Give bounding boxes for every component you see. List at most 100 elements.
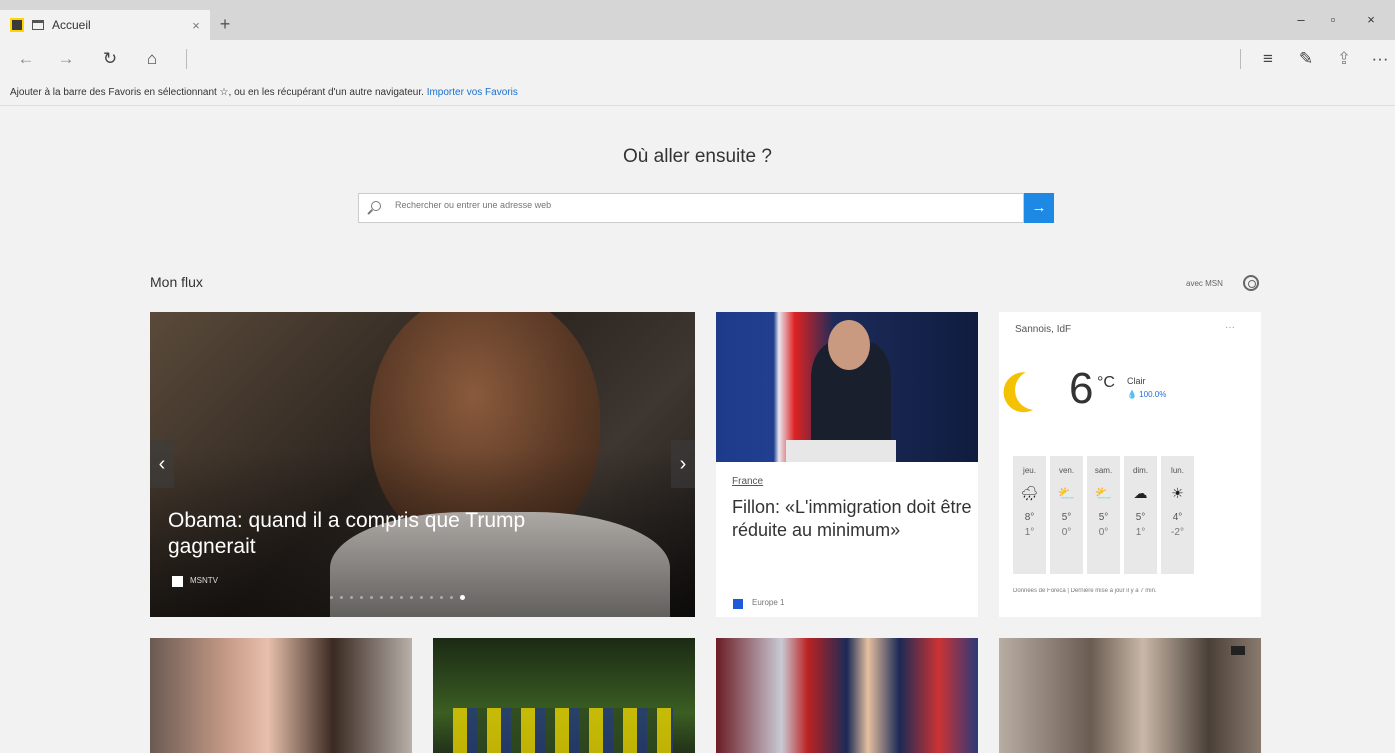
carousel-dot[interactable]	[400, 596, 403, 599]
msn-source-icon	[172, 576, 183, 587]
article-image	[716, 312, 978, 462]
hero-image-shade	[150, 312, 695, 617]
forecast-day[interactable]: jeu. 🌧 8° 1°	[1013, 456, 1046, 574]
hero-headline[interactable]: Obama: quand il a compris que Trump gagn…	[168, 508, 598, 560]
new-tab-button[interactable]: +	[214, 14, 236, 35]
carousel-dot[interactable]	[340, 596, 343, 599]
carousel-dot[interactable]	[430, 596, 433, 599]
refresh-button[interactable]: ↻	[98, 48, 122, 70]
weather-humidity: 💧 100.0%	[1127, 390, 1167, 399]
forecast-high: 4°	[1172, 512, 1183, 523]
carousel-dot[interactable]	[330, 596, 333, 599]
forecast-day[interactable]: lun. ☀ 4° -2°	[1161, 456, 1194, 574]
carousel-dot[interactable]	[460, 595, 465, 600]
navigation-bar: ← → ↻ ⌂ ≡ ✎ ⇪ ···	[0, 40, 1395, 78]
weather-more-button[interactable]: ···	[1225, 322, 1235, 333]
forecast-day[interactable]: dim. ☁ 5° 1°	[1124, 456, 1157, 574]
forecast-day-name: ven.	[1058, 466, 1075, 475]
home-button[interactable]: ⌂	[140, 48, 164, 70]
carousel-dots	[330, 595, 472, 602]
separator	[186, 49, 187, 69]
separator	[1240, 49, 1241, 69]
news-card-image[interactable]	[150, 638, 412, 753]
import-favorites-link[interactable]: Importer vos Favoris	[427, 87, 518, 98]
hub-button[interactable]: ≡	[1256, 48, 1280, 70]
forecast-high: 5°	[1098, 512, 1109, 523]
moon-icon	[1009, 364, 1060, 415]
close-window-button[interactable]: ×	[1356, 12, 1386, 27]
article-card-fillon[interactable]: France Fillon: «L'immigration doit être …	[716, 312, 978, 617]
video-badge-icon	[1231, 646, 1245, 655]
news-card-image-players	[453, 708, 673, 753]
forecast-high: 8°	[1024, 512, 1035, 523]
search-box[interactable]	[358, 193, 1024, 223]
forecast-high: 5°	[1135, 512, 1146, 523]
app-icon	[10, 18, 24, 32]
start-heading: Où aller ensuite ?	[623, 146, 772, 167]
hero-carousel-card[interactable]: ‹ › Obama: quand il a compris que Trump …	[150, 312, 695, 617]
forward-button[interactable]: →	[54, 48, 78, 70]
forecast-day[interactable]: ven. ⛅ 5° 0°	[1050, 456, 1083, 574]
forecast-day[interactable]: sam. ⛅ 5° 0°	[1087, 456, 1120, 574]
forecast-day-name: sam.	[1094, 466, 1113, 475]
forecast-day-name: jeu.	[1023, 466, 1036, 475]
back-button[interactable]: ←	[14, 48, 38, 70]
weather-temperature: 6	[1069, 364, 1094, 413]
carousel-next-button[interactable]: ›	[671, 440, 695, 488]
search-input[interactable]	[395, 200, 995, 210]
carousel-dot[interactable]	[370, 596, 373, 599]
web-note-button[interactable]: ✎	[1294, 48, 1318, 70]
article-category-link[interactable]: France	[732, 476, 763, 487]
sun-icon: ☀	[1171, 485, 1184, 501]
weather-location[interactable]: Sannois, IdF	[1015, 324, 1071, 335]
msn-provider-label: avec MSN	[1186, 279, 1223, 288]
close-tab-icon[interactable]: ×	[186, 18, 206, 33]
hero-source: MSNTV	[190, 576, 218, 585]
maximize-button[interactable]: ▫	[1318, 12, 1348, 27]
carousel-dot[interactable]	[450, 596, 453, 599]
cloud-icon: ☁	[1133, 485, 1148, 501]
forecast-high: 5°	[1061, 512, 1072, 523]
tab-title: Accueil	[52, 18, 91, 32]
video-card-image[interactable]	[999, 638, 1261, 753]
carousel-dot[interactable]	[390, 596, 393, 599]
carousel-dot[interactable]	[420, 596, 423, 599]
weather-unit: °C	[1097, 374, 1115, 391]
carousel-dot[interactable]	[380, 596, 383, 599]
weather-card[interactable]: Sannois, IdF ··· 6 °C Clair 💧 100.0% jeu…	[999, 312, 1261, 617]
forecast-low: 1°	[1135, 527, 1146, 538]
search-icon	[371, 201, 381, 211]
forecast-low: 0°	[1098, 527, 1109, 538]
carousel-dot[interactable]	[350, 596, 353, 599]
europe1-logo-icon	[733, 599, 743, 609]
gear-icon[interactable]	[1243, 275, 1259, 291]
rain-icon: 🌧	[1020, 485, 1039, 501]
news-card-image[interactable]	[716, 638, 978, 753]
feed-title: Mon flux	[150, 274, 203, 290]
article-headline[interactable]: Fillon: «L'immigration doit être réduite…	[732, 496, 972, 542]
favorites-hint-bar: Ajouter à la barre des Favoris en sélect…	[0, 82, 1395, 106]
carousel-dot[interactable]	[410, 596, 413, 599]
weather-footer[interactable]: Données de Foreca | Dernière mise à jour…	[1013, 588, 1253, 594]
favorites-hint-text: Ajouter à la barre des Favoris en sélect…	[10, 87, 424, 98]
tab-accueil[interactable]: Accueil ×	[0, 10, 210, 40]
share-button[interactable]: ⇪	[1332, 48, 1356, 70]
carousel-prev-button[interactable]: ‹	[150, 440, 174, 488]
carousel-dot[interactable]	[440, 596, 443, 599]
partly-cloudy-icon: ⛅	[1094, 485, 1113, 501]
weather-condition: Clair	[1127, 376, 1146, 386]
more-button[interactable]: ···	[1368, 48, 1392, 70]
forecast-low: -2°	[1171, 527, 1184, 538]
forecast-day-name: lun.	[1171, 466, 1184, 475]
forecast-day-name: dim.	[1132, 466, 1149, 475]
weather-forecast: jeu. 🌧 8° 1° ven. ⛅ 5° 0° sam. ⛅ 5° 0° d…	[1013, 456, 1198, 574]
news-card-image[interactable]	[433, 638, 695, 753]
article-image-podium	[786, 440, 896, 462]
minimize-button[interactable]: –	[1286, 12, 1316, 27]
forecast-low: 1°	[1024, 527, 1035, 538]
partly-cloudy-icon: ⛅	[1057, 485, 1076, 501]
carousel-dot[interactable]	[360, 596, 363, 599]
search-go-button[interactable]: →	[1024, 193, 1054, 223]
article-image-head	[828, 320, 870, 370]
page-icon	[32, 20, 44, 30]
